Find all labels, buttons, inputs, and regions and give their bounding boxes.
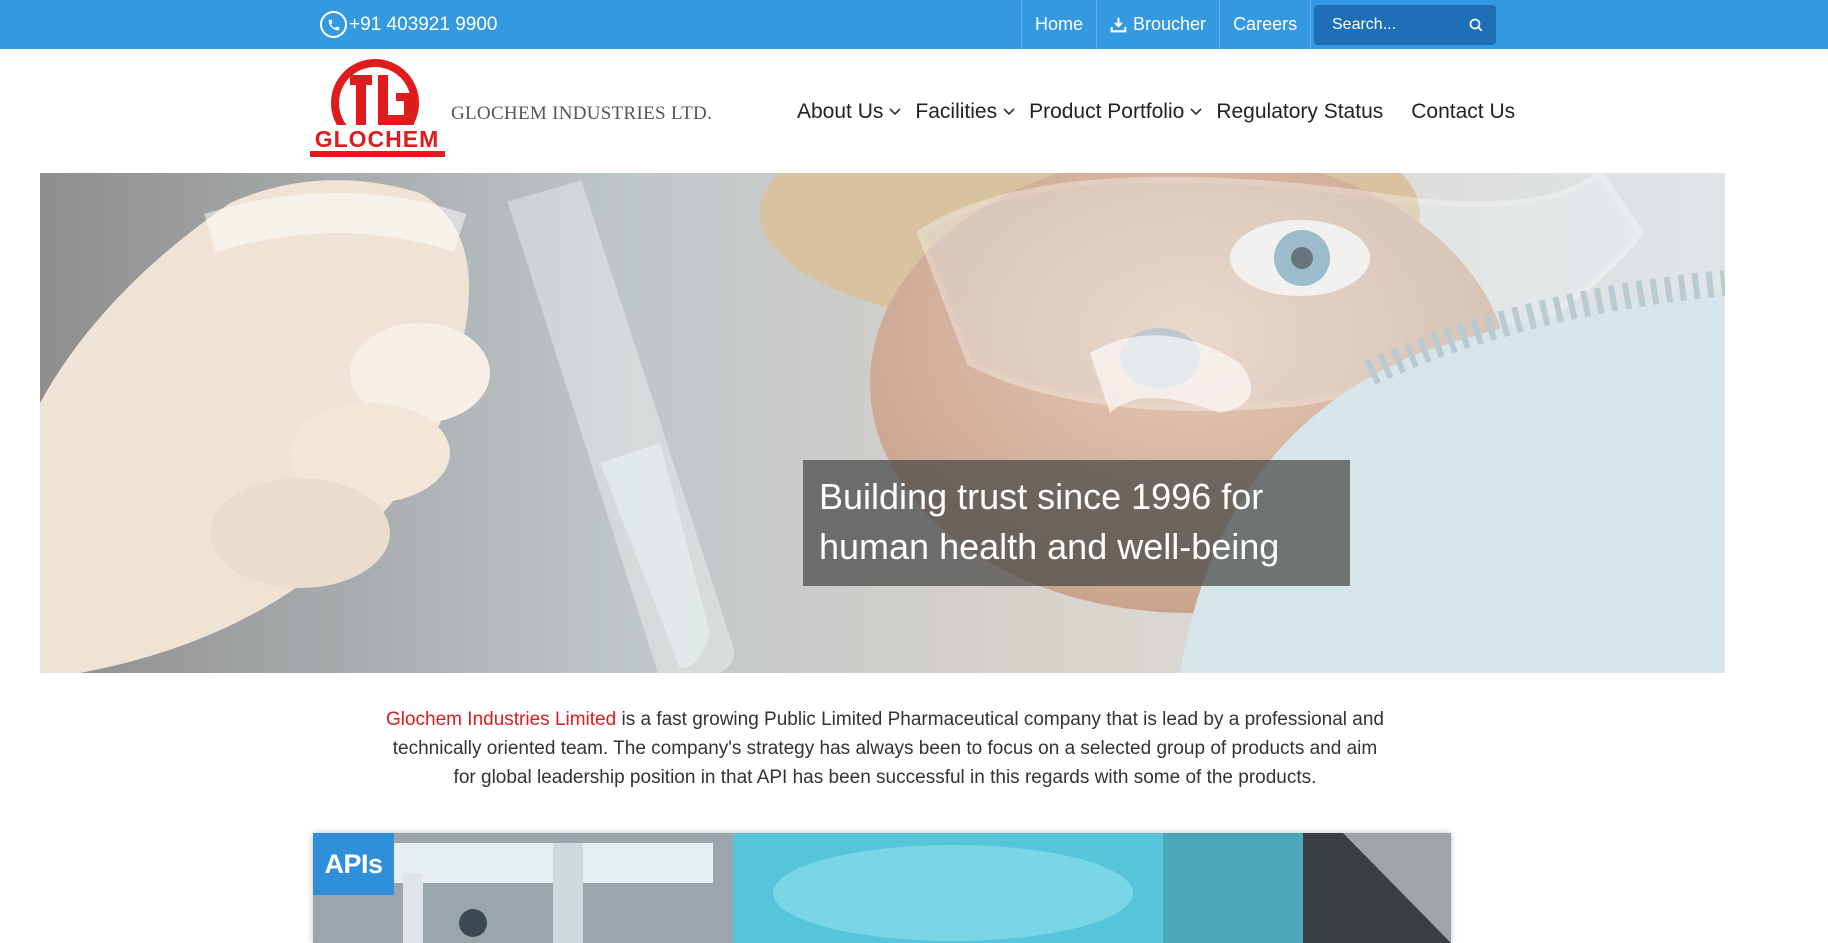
- home-link-label: Home: [1035, 14, 1084, 34]
- search-icon[interactable]: [1469, 18, 1484, 33]
- hero-caption-text: Building trust since 1996 for human heal…: [819, 476, 1280, 567]
- apis-tag[interactable]: APIs: [313, 833, 394, 895]
- search-box: [1314, 5, 1496, 45]
- nav-regulatory-status-label: Regulatory Status: [1216, 100, 1384, 123]
- nav-product-portfolio[interactable]: Product Portfolio: [1029, 100, 1202, 124]
- phone-contact[interactable]: +91 403921 9900: [320, 10, 497, 39]
- top-links: Home Broucher Careers: [1021, 0, 1312, 49]
- search-input[interactable]: [1330, 15, 1464, 35]
- hero-banner: Building trust since 1996 for human heal…: [40, 173, 1725, 673]
- nav-regulatory-status[interactable]: Regulatory Status: [1216, 100, 1383, 124]
- main-nav: About Us Facilities Product Portfolio Re…: [797, 100, 1515, 124]
- apis-card[interactable]: APIs: [313, 833, 1451, 943]
- chevron-down-icon: [889, 108, 901, 116]
- phone-number: +91 403921 9900: [349, 13, 498, 35]
- intro-brand-name: Glochem Industries Limited: [385, 709, 617, 730]
- hero-image: [40, 173, 1725, 673]
- intro-paragraph: Glochem Industries Limited is a fast gro…: [380, 705, 1390, 792]
- glochem-logo[interactable]: GLOCHEM: [310, 55, 445, 160]
- nav-contact-us[interactable]: Contact Us: [1411, 100, 1515, 124]
- hero-caption: Building trust since 1996 for human heal…: [803, 460, 1350, 586]
- broucher-link-label: Broucher: [1133, 14, 1207, 34]
- logo-wordmark: GLOCHEM: [315, 126, 440, 152]
- download-icon: [1110, 16, 1127, 33]
- company-name: GLOCHEM INDUSTRIES LTD.: [451, 103, 713, 124]
- phone-icon: [320, 11, 347, 38]
- apis-card-image: [313, 833, 1451, 943]
- chevron-down-icon: [1190, 108, 1202, 116]
- nav-contact-us-label: Contact Us: [1411, 100, 1516, 123]
- broucher-link[interactable]: Broucher: [1096, 0, 1219, 49]
- top-bar: +91 403921 9900 Home Broucher Careers: [0, 0, 1828, 49]
- nav-facilities[interactable]: Facilities: [915, 100, 1015, 124]
- careers-link-label: Careers: [1233, 14, 1298, 34]
- home-link[interactable]: Home: [1021, 0, 1096, 49]
- chevron-down-icon: [1003, 108, 1015, 116]
- nav-product-portfolio-label: Product Portfolio: [1029, 100, 1185, 123]
- nav-facilities-label: Facilities: [915, 100, 998, 123]
- nav-about-us-label: About Us: [797, 100, 884, 123]
- nav-about-us[interactable]: About Us: [797, 100, 901, 124]
- careers-link[interactable]: Careers: [1219, 0, 1312, 49]
